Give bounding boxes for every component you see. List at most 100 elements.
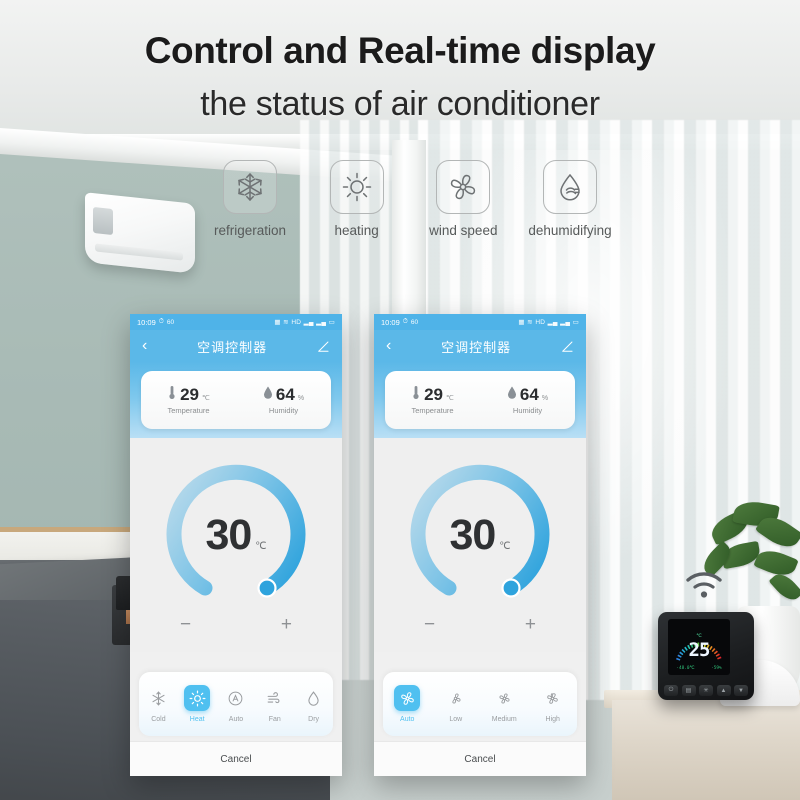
sun-icon xyxy=(329,160,384,214)
temperature-reading: 29 ℃ Temperature xyxy=(385,371,480,429)
temperature-increase-button[interactable]: + xyxy=(525,614,536,636)
fan-low-icon xyxy=(443,685,469,711)
mode-heat[interactable]: Heat xyxy=(178,685,217,723)
hd-icon: HD xyxy=(291,318,302,326)
thermostat-down-button[interactable]: ▼ xyxy=(734,685,748,696)
humidity-label: Humidity xyxy=(512,406,543,415)
fan-medium-icon xyxy=(491,685,517,711)
feature-refrigeration: refrigeration xyxy=(200,160,300,238)
nav-bar: ‹ 空调控制器 xyxy=(130,330,342,362)
signal-icon-2: ▂▄ xyxy=(316,319,327,326)
thermostat-mode-button[interactable]: ▤ xyxy=(681,685,696,696)
temperature-value: 29 xyxy=(424,385,444,404)
fan-speed-high[interactable]: High xyxy=(529,685,578,723)
thermostat-up-button[interactable]: ▲ xyxy=(716,685,731,696)
temperature-dial[interactable]: 30 ℃ xyxy=(405,456,555,606)
fan-speed-low[interactable]: Low xyxy=(432,685,481,723)
mode-label: Heat xyxy=(189,716,205,723)
feature-label: refrigeration xyxy=(213,223,287,238)
thermometer-icon xyxy=(167,385,177,400)
thermostat-screen: ℃ 25 ·48.0℃ ·59% xyxy=(668,619,730,675)
feature-wind-speed: wind speed xyxy=(413,160,513,238)
temperature-value: 29 xyxy=(180,385,200,404)
humidity-drop-icon xyxy=(507,385,517,400)
battery-icon: ▭ xyxy=(328,319,335,326)
wind-icon xyxy=(262,685,288,711)
feature-label: wind speed xyxy=(429,223,498,238)
back-button[interactable]: ‹ xyxy=(386,338,391,354)
thermostat-power-button[interactable]: ⏻ xyxy=(664,685,678,696)
thermostat-buttons: ⏻ ▤ ✳ ▲ ▼ xyxy=(664,685,748,696)
thermostat-temperature: 25 xyxy=(688,639,711,661)
mode-fan[interactable]: Fan xyxy=(255,685,294,723)
status-battery-percent: 60 xyxy=(166,318,175,326)
temperature-unit: ℃ xyxy=(202,395,210,402)
fan-speed-auto[interactable]: Auto xyxy=(383,685,432,723)
pencil-icon[interactable] xyxy=(317,340,330,353)
temperature-decrease-button[interactable]: − xyxy=(424,614,435,636)
marketing-banner: ℃ 25 ·48.0℃ ·59% ⏻ ▤ ✳ ▲ ▼ Control and R… xyxy=(0,0,800,800)
humidity-label: Humidity xyxy=(268,406,299,415)
fan-high-icon xyxy=(540,685,566,711)
battery-icon: ▭ xyxy=(572,319,579,326)
water-drop-icon xyxy=(542,160,597,214)
dial-unit: ℃ xyxy=(255,541,267,552)
thermostat-sub-left: ·48.0℃ xyxy=(676,666,695,671)
dial-value: 30 xyxy=(205,511,252,559)
mode-auto[interactable]: Auto xyxy=(217,685,256,723)
back-button[interactable]: ‹ xyxy=(142,338,147,354)
status-bar: 10:09 ⏱ 60 ▦ ≋ HD ▂▄ ▂▄ ▭ xyxy=(130,314,342,330)
wifi-icon xyxy=(684,570,724,600)
dial-unit: ℃ xyxy=(499,541,511,552)
temperature-dial-area: 30 ℃ − + xyxy=(374,438,586,652)
alarm-icon: ⏱ xyxy=(402,318,408,325)
thermostat-device[interactable]: ℃ 25 ·48.0℃ ·59% ⏻ ▤ ✳ ▲ ▼ xyxy=(658,612,754,700)
headline: Control and Real-time display xyxy=(144,30,656,71)
status-bar-right: ▦ ≋ HD ▂▄ ▂▄ ▭ xyxy=(274,318,335,327)
wifi-icon: ≋ xyxy=(527,319,533,326)
status-time: 10:09 xyxy=(381,317,400,327)
temperature-dial[interactable]: 30 ℃ xyxy=(161,456,311,606)
snowflake-icon xyxy=(223,160,277,214)
temperature-dial-area: 30 ℃ − + xyxy=(130,438,342,652)
temperature-row: 29 ℃ xyxy=(411,385,454,403)
thermostat-subreadings: ·48.0℃ ·59% xyxy=(668,666,730,671)
humidity-reading: 64 % Humidity xyxy=(236,371,331,429)
auto-circle-icon xyxy=(223,685,249,711)
fan-speed-medium[interactable]: Medium xyxy=(480,685,529,723)
cancel-button[interactable]: Cancel xyxy=(374,741,586,776)
hd-icon: HD xyxy=(535,318,546,326)
temperature-increase-button[interactable]: + xyxy=(281,614,292,636)
sun-icon xyxy=(184,685,211,711)
temperature-decrease-button[interactable]: − xyxy=(180,614,191,636)
snowflake-icon xyxy=(145,685,171,711)
signal-icon-2: ▂▄ xyxy=(560,319,571,326)
humidity-unit: % xyxy=(297,395,305,402)
page-title: 空调控制器 xyxy=(441,339,512,355)
feature-label: dehumidifying xyxy=(528,223,612,238)
dial-center-readout: 30 ℃ xyxy=(161,514,311,557)
mode-selector-bar: Cold Heat Auto Fan Dry xyxy=(139,672,333,736)
thermostat-sub-right: ·59% xyxy=(711,666,722,671)
humidity-value: 64 xyxy=(519,385,539,404)
fan-speed-selector-bar: Auto Low Medium High xyxy=(383,672,577,736)
mode-dry[interactable]: Dry xyxy=(294,685,333,723)
pencil-icon[interactable] xyxy=(561,340,574,353)
mode-label: Auto xyxy=(228,716,244,723)
thermostat-fan-button[interactable]: ✳ xyxy=(699,685,713,696)
temperature-row: 29 ℃ xyxy=(167,385,210,403)
fan-icon xyxy=(436,160,491,214)
mode-label: Fan xyxy=(268,716,281,723)
fan-speed-label: Low xyxy=(449,716,463,723)
wifi-icon: ≋ xyxy=(283,319,289,326)
readings-header: 29 ℃ Temperature 64 % Humidity xyxy=(130,362,342,438)
cancel-button[interactable]: Cancel xyxy=(130,741,342,776)
fan-speed-label: High xyxy=(545,716,560,723)
feature-label: heating xyxy=(334,223,379,238)
status-bar-left: 10:09 ⏱ 60 xyxy=(381,318,418,327)
mode-cold[interactable]: Cold xyxy=(139,685,178,723)
cabinet xyxy=(612,700,800,800)
fan-speed-label: Auto xyxy=(400,716,415,723)
readings-card: 29 ℃ Temperature 64 % Humidity xyxy=(141,371,331,429)
sim-icon: ▦ xyxy=(518,319,525,326)
